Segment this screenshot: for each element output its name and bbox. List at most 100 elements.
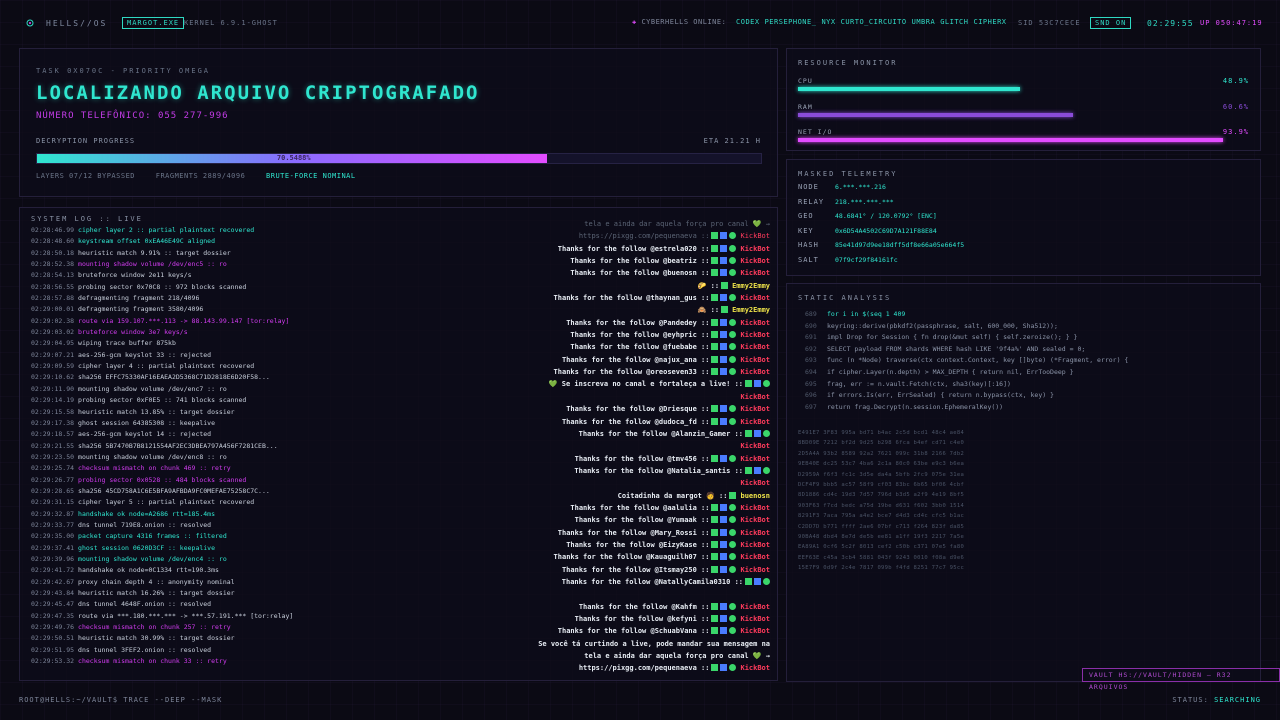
chat-message: Thanks for the follow @beatriz :: KickBot — [350, 255, 770, 267]
subscriber-icon — [729, 368, 737, 376]
vault-badge[interactable]: VAULT HS://VAULT/HIDDEN — R32 ARQUIVOS — [1082, 668, 1280, 691]
chat-message: Thanks for the follow @EizyKase :: KickBo… — [350, 539, 770, 551]
chat-text: Thanks for the follow @Yumaak :: — [574, 516, 710, 525]
status-indicator: STATUS: SEARCHING — [1172, 696, 1261, 704]
log-timestamp: 02:28:54.13 — [31, 271, 75, 280]
verified-icon — [711, 627, 719, 635]
resource-monitor-panel: RESOURCE MONITOR CPU 48.9% RAM 60.6% NET I/O… — [786, 48, 1261, 151]
log-text: probing sector 0x0528 :: 484 blocks scan… — [78, 475, 247, 484]
log-text: bruteforce window 3e7 keys/s — [78, 328, 188, 337]
chat-username[interactable]: KickBot — [740, 368, 770, 376]
log-line: 02:29:35.00 packet capture 4316 frames ::… — [31, 531, 321, 542]
chat-username[interactable]: KickBot — [740, 504, 770, 512]
telemetry-title: MASKED TELEMETRY — [798, 170, 898, 178]
chat-username[interactable]: KickBot — [740, 529, 770, 537]
bot-icon — [720, 602, 728, 610]
bot-icon — [720, 540, 728, 548]
online-user[interactable]: UMBRA — [912, 18, 936, 26]
chat-username[interactable]: KickBot — [740, 455, 770, 463]
status-value: SEARCHING — [1214, 696, 1261, 704]
subscriber-icon — [729, 405, 737, 413]
log-line: 02:29:26.77 probing sector 0x0528 :: 484 … — [31, 475, 321, 486]
log-line: 02:29:50.51 heuristic match 30.99% :: tar… — [31, 633, 321, 644]
chat-message: Thanks for the follow @Mary_Rossi :: Kick… — [350, 527, 770, 539]
chat-username[interactable]: KickBot — [740, 664, 770, 672]
code-line: 697 return frag.Decrypt(n.session.Ephemer… — [805, 402, 1250, 414]
online-user[interactable]: CURTO_CIRCUITO — [841, 18, 907, 26]
verified-icon — [721, 281, 729, 289]
chat-username[interactable]: Emmy2Emmy — [732, 306, 770, 314]
chat-username[interactable]: KickBot — [740, 615, 770, 623]
log-line: 02:29:32.87 handshake ok node=A2686 rtt=1… — [31, 509, 321, 520]
verified-icon — [711, 454, 719, 462]
log-timestamp: 02:29:02.38 — [31, 316, 75, 325]
chat-username[interactable]: KickBot — [740, 627, 770, 635]
line-number: 691 — [805, 333, 817, 342]
bot-icon — [720, 355, 728, 363]
resource-bar — [798, 87, 1020, 91]
chat-username[interactable]: KickBot — [740, 356, 770, 364]
chat-username[interactable]: KickBot — [740, 245, 770, 253]
chat-text: Thanks for the follow @estrela020 :: — [557, 244, 710, 253]
subscriber-icon — [729, 294, 737, 302]
line-number: 690 — [805, 321, 817, 330]
chat-username[interactable]: KickBot — [740, 516, 770, 524]
bot-icon — [754, 577, 761, 585]
chat-username[interactable]: KickBot — [740, 232, 770, 240]
telemetry-value: 48.6841° / 120.0792° [ENC] — [835, 212, 937, 220]
chat-message — [350, 588, 770, 600]
static-analysis-panel[interactable]: STATIC ANALYSIS 689 for i in $(seq 1 409 6… — [786, 283, 1261, 682]
chat-text: 💚 Se inscreva no canal e fortaleça a liv… — [548, 380, 743, 389]
chat-message: Thanks for the follow @aalulia :: KickBot — [350, 502, 770, 514]
chat-username[interactable]: Emmy2Emmy — [732, 282, 770, 290]
chat-username[interactable]: KickBot — [740, 393, 770, 401]
pin-icon: ✚ — [632, 18, 637, 26]
online-user[interactable]: CODEX — [736, 18, 760, 26]
chat-username[interactable]: KickBot — [740, 418, 770, 426]
command-prompt[interactable]: ROOT@HELLS:~/VAULT$ TRACE --DEEP --MASK — [19, 696, 222, 704]
hex-line: EA89A1 0cf6 5c2f 8013 cef2 c50b c371 07e… — [798, 544, 965, 551]
chat-username[interactable]: KickBot — [740, 442, 770, 450]
log-line: 02:29:51.95 dns tunnel 3FEF2.onion :: res… — [31, 645, 321, 656]
log-text: cipher layer 4 :: partial plaintext reco… — [78, 362, 255, 371]
log-line: 02:28:48.60 keystream offset 0xEA46E49C a… — [31, 236, 321, 247]
system-log-panel[interactable]: SYSTEM LOG :: LIVE 02:28:46.99 cipher lay… — [19, 207, 778, 681]
chat-username[interactable]: KickBot — [740, 479, 770, 487]
chat-username[interactable]: KickBot — [740, 257, 770, 265]
chat-username[interactable]: KickBot — [740, 269, 770, 277]
sound-toggle[interactable]: SND ON — [1090, 17, 1132, 29]
hex-line: EEF63E c45a 3cb4 5881 043f 9243 0010 f08… — [798, 554, 965, 561]
bot-icon — [720, 368, 728, 376]
chat-username[interactable]: KickBot — [740, 319, 770, 327]
resource-value: 60.6% — [1222, 103, 1249, 111]
chat-username[interactable]: KickBot — [740, 294, 770, 302]
chat-text: tela e ainda dar aquela força pro canal … — [584, 220, 770, 228]
telemetry-panel: MASKED TELEMETRY NODE 6.***.***.216 RELAY 2… — [786, 159, 1261, 276]
bot-icon — [754, 380, 761, 388]
chat-username[interactable]: KickBot — [740, 541, 770, 549]
log-text: checksum mismatch on chunk 257 :: retry — [78, 623, 231, 632]
subscriber-icon — [729, 602, 737, 610]
machine-badge[interactable]: MARGOT.EXE — [122, 17, 185, 29]
online-user[interactable]: NYX — [821, 18, 835, 26]
online-user[interactable]: GLITCH — [940, 18, 968, 26]
chat-text: tela e ainda dar aquela força pro canal … — [584, 652, 770, 661]
chat-message: Thanks for the follow @dudoca_fd :: KickB… — [350, 416, 770, 428]
online-user[interactable]: CIPHERX — [974, 18, 1007, 26]
log-timestamp: 02:29:00.01 — [31, 305, 75, 314]
chat-username[interactable]: KickBot — [740, 331, 770, 339]
log-timestamp: 02:29:17.38 — [31, 418, 75, 427]
chat-text: Thanks for the follow @aalulia :: — [570, 503, 710, 512]
code-text: impl Drop for Session { fn drop(&mut sel… — [827, 333, 1078, 342]
online-user[interactable]: PERSEPHONE_ — [765, 18, 817, 26]
verified-icon — [711, 318, 719, 326]
chat-username[interactable]: buenosn — [740, 492, 770, 500]
chat-username[interactable]: KickBot — [740, 566, 770, 574]
chat-message: Thanks for the follow @tmv456 :: KickBot — [350, 453, 770, 465]
chat-username[interactable]: KickBot — [740, 405, 770, 413]
chat-username[interactable]: KickBot — [740, 343, 770, 351]
chat-username[interactable]: KickBot — [740, 553, 770, 561]
verified-icon — [711, 294, 719, 302]
chat-username[interactable]: KickBot — [740, 603, 770, 611]
log-timestamp: 02:29:03.02 — [31, 328, 75, 337]
